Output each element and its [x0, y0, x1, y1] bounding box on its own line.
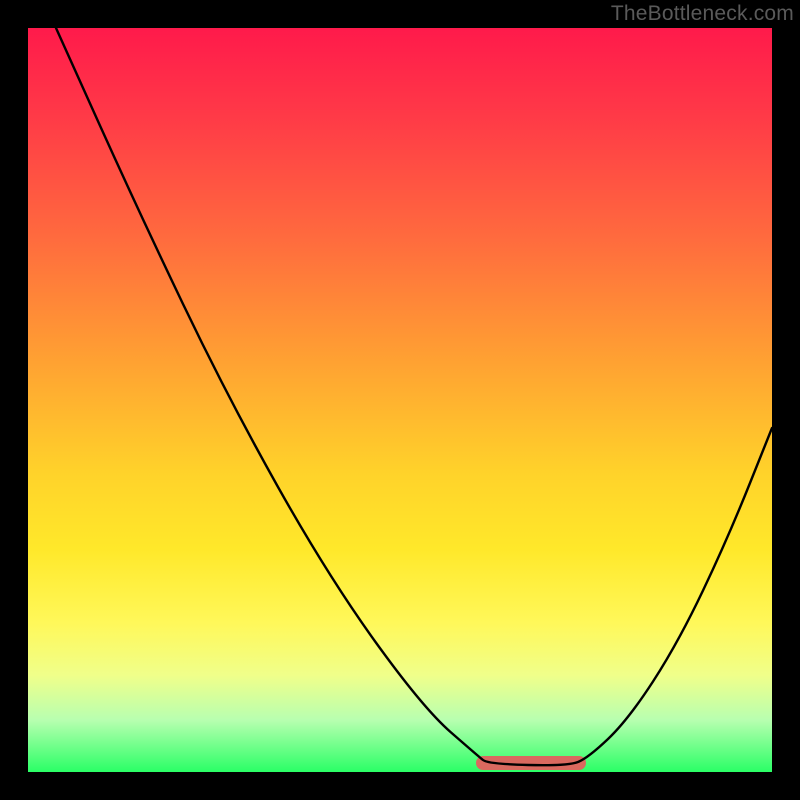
- bottleneck-curve: [28, 28, 772, 772]
- plot-area: [28, 28, 772, 772]
- chart-frame: TheBottleneck.com: [0, 0, 800, 800]
- watermark-text: TheBottleneck.com: [611, 2, 794, 26]
